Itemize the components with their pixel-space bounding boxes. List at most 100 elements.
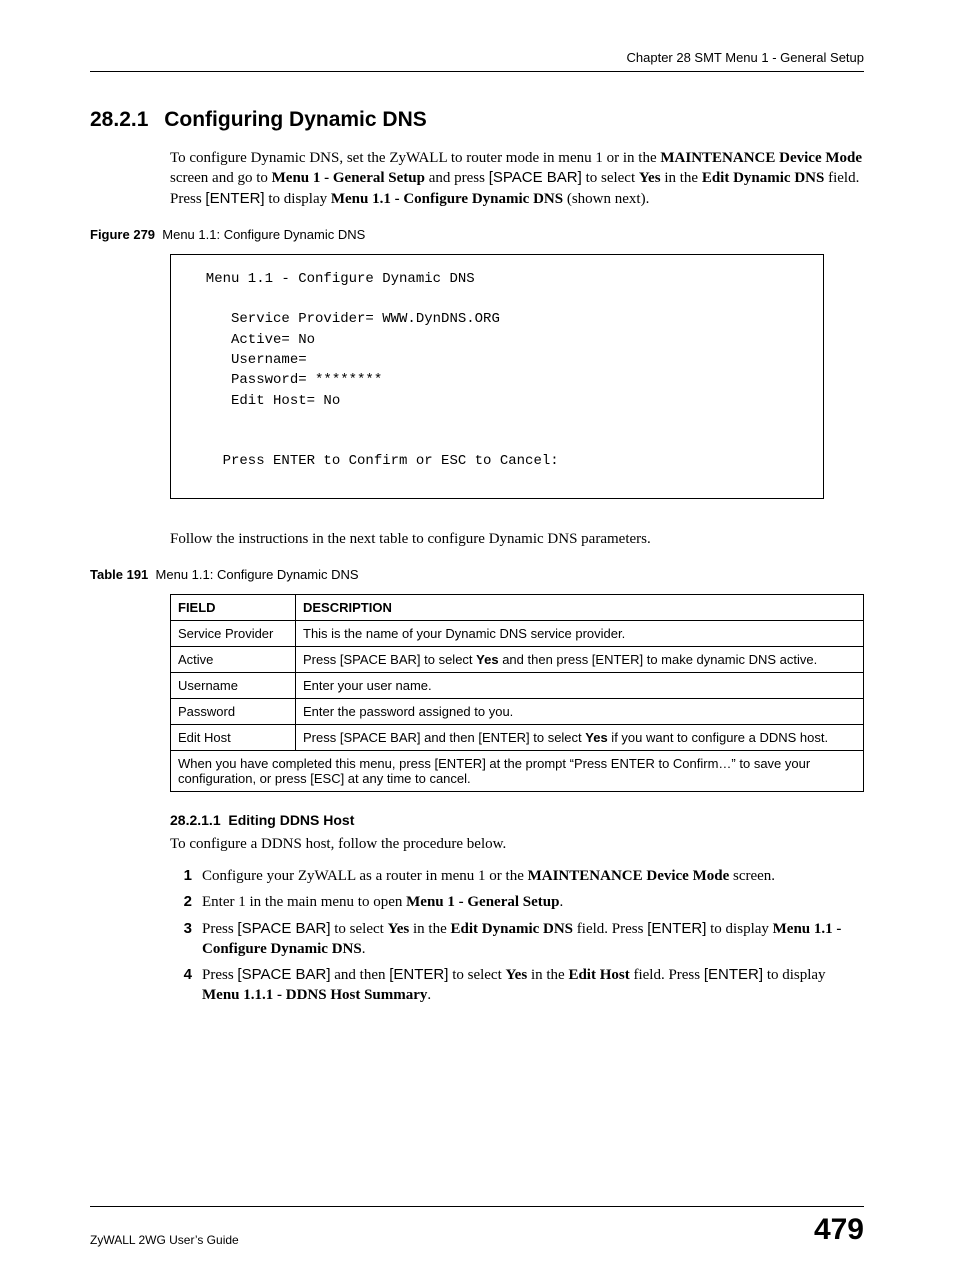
- key-enter: [ENTER]: [389, 966, 448, 983]
- text: field. Press: [573, 921, 647, 937]
- text: Press: [202, 921, 237, 937]
- text: screen and go to: [170, 170, 272, 186]
- text-bold: Menu 1.1.1 - DDNS Host Summary: [202, 987, 427, 1003]
- list-item: 2 Enter 1 in the main menu to open Menu …: [170, 892, 864, 912]
- table-header-row: FIELD DESCRIPTION: [171, 594, 864, 620]
- page-footer: ZyWALL 2WG User’s Guide 479: [90, 1206, 864, 1247]
- subsection-number: 28.2.1.1: [170, 812, 221, 828]
- key-space-bar: [SPACE BAR]: [489, 169, 582, 186]
- list-item: 4 Press [SPACE BAR] and then [ENTER] to …: [170, 965, 864, 1006]
- text: to select: [448, 967, 505, 983]
- list-item: 3 Press [SPACE BAR] to select Yes in the…: [170, 919, 864, 960]
- text-bold: Edit Host: [568, 967, 629, 983]
- text: and press: [425, 170, 489, 186]
- cell-field: Password: [171, 698, 296, 724]
- text: Enter 1 in the main menu to open: [202, 894, 406, 910]
- cell-description: Enter the password assigned to you.: [296, 698, 864, 724]
- text: .: [559, 894, 563, 910]
- text: .: [427, 987, 431, 1003]
- subsection-name: Editing DDNS Host: [228, 812, 354, 828]
- text: To configure Dynamic DNS, set the ZyWALL…: [170, 150, 660, 166]
- section-number: 28.2.1: [90, 108, 148, 131]
- cell-description: This is the name of your Dynamic DNS ser…: [296, 620, 864, 646]
- step-text: Configure your ZyWALL as a router in men…: [202, 866, 775, 886]
- text: screen.: [729, 868, 775, 884]
- key-enter: [ENTER]: [647, 920, 706, 937]
- cell-description: Press [SPACE BAR] to select Yes and then…: [296, 646, 864, 672]
- text: and then: [331, 967, 390, 983]
- subsection-title: 28.2.1.1 Editing DDNS Host: [170, 812, 864, 828]
- step-text: Enter 1 in the main menu to open Menu 1 …: [202, 892, 563, 912]
- text: to display: [706, 921, 772, 937]
- field-table: FIELD DESCRIPTION Service ProviderThis i…: [170, 594, 864, 792]
- cell-field: Service Provider: [171, 620, 296, 646]
- page-header: Chapter 28 SMT Menu 1 - General Setup: [90, 50, 864, 72]
- cell-field: Edit Host: [171, 724, 296, 750]
- table-row: ActivePress [SPACE BAR] to select Yes an…: [171, 646, 864, 672]
- table-footer-text: When you have completed this menu, press…: [171, 750, 864, 791]
- key-space-bar: [SPACE BAR]: [237, 920, 330, 937]
- table-footer-row: When you have completed this menu, press…: [171, 750, 864, 791]
- cell-field: Username: [171, 672, 296, 698]
- text: .: [362, 941, 366, 957]
- text: Configure your ZyWALL as a router in men…: [202, 868, 528, 884]
- text-bold: MAINTENANCE Device Mode: [528, 868, 730, 884]
- text-bold: Edit Dynamic DNS: [451, 921, 574, 937]
- text-bold: Menu 1 - General Setup: [272, 170, 425, 186]
- step-marker: 1: [170, 866, 192, 886]
- text-bold: Menu 1 - General Setup: [406, 894, 559, 910]
- cell-field: Active: [171, 646, 296, 672]
- step-text: Press [SPACE BAR] and then [ENTER] to se…: [202, 965, 864, 1006]
- table-row: PasswordEnter the password assigned to y…: [171, 698, 864, 724]
- text: in the: [527, 967, 568, 983]
- text-bold: Edit Dynamic DNS: [702, 170, 825, 186]
- col-field: FIELD: [171, 594, 296, 620]
- step-marker: 3: [170, 919, 192, 960]
- page-number: 479: [814, 1213, 864, 1247]
- terminal-box: Menu 1.1 - Configure Dynamic DNS Service…: [170, 254, 824, 499]
- table-caption: Table 191 Menu 1.1: Configure Dynamic DN…: [90, 567, 864, 582]
- section-title: 28.2.1 Configuring Dynamic DNS: [90, 108, 864, 132]
- chapter-label: Chapter 28 SMT Menu 1 - General Setup: [627, 50, 865, 65]
- text: to display: [265, 191, 331, 207]
- figure-title: Menu 1.1: Configure Dynamic DNS: [162, 227, 365, 242]
- text: to display: [763, 967, 826, 983]
- text-bold: Yes: [639, 170, 661, 186]
- section-name: Configuring Dynamic DNS: [164, 108, 427, 131]
- figure-caption: Figure 279 Menu 1.1: Configure Dynamic D…: [90, 227, 864, 242]
- text: in the: [661, 170, 702, 186]
- text: (shown next).: [563, 191, 649, 207]
- list-item: 1 Configure your ZyWALL as a router in m…: [170, 866, 864, 886]
- table-row: Service ProviderThis is the name of your…: [171, 620, 864, 646]
- table-row: UsernameEnter your user name.: [171, 672, 864, 698]
- cell-description: Enter your user name.: [296, 672, 864, 698]
- intro-paragraph: To configure Dynamic DNS, set the ZyWALL…: [170, 148, 864, 209]
- step-marker: 2: [170, 892, 192, 912]
- text-bold: MAINTENANCE Device Mode: [660, 150, 862, 166]
- col-description: DESCRIPTION: [296, 594, 864, 620]
- text: field. Press: [630, 967, 704, 983]
- subsection-intro: To configure a DDNS host, follow the pro…: [170, 834, 864, 854]
- text: to select: [582, 170, 639, 186]
- follow-block: Follow the instructions in the next tabl…: [170, 529, 864, 549]
- table-row: Edit HostPress [SPACE BAR] and then [ENT…: [171, 724, 864, 750]
- text: Press: [202, 967, 237, 983]
- text: in the: [409, 921, 450, 937]
- text: to select: [331, 921, 388, 937]
- table-label: Table 191: [90, 567, 148, 582]
- table-title: Menu 1.1: Configure Dynamic DNS: [156, 567, 359, 582]
- intro-block: To configure Dynamic DNS, set the ZyWALL…: [170, 148, 864, 209]
- text-bold: Yes: [506, 967, 528, 983]
- cell-description: Press [SPACE BAR] and then [ENTER] to se…: [296, 724, 864, 750]
- step-marker: 4: [170, 965, 192, 1006]
- key-space-bar: [SPACE BAR]: [237, 966, 330, 983]
- figure-label: Figure 279: [90, 227, 155, 242]
- key-enter: [ENTER]: [704, 966, 763, 983]
- text-bold: Yes: [388, 921, 410, 937]
- follow-paragraph: Follow the instructions in the next tabl…: [170, 529, 864, 549]
- step-text: Press [SPACE BAR] to select Yes in the E…: [202, 919, 864, 960]
- key-enter: [ENTER]: [205, 190, 264, 207]
- subsection-intro-block: To configure a DDNS host, follow the pro…: [170, 834, 864, 854]
- steps-list: 1 Configure your ZyWALL as a router in m…: [170, 866, 864, 1006]
- text-bold: Menu 1.1 - Configure Dynamic DNS: [331, 191, 563, 207]
